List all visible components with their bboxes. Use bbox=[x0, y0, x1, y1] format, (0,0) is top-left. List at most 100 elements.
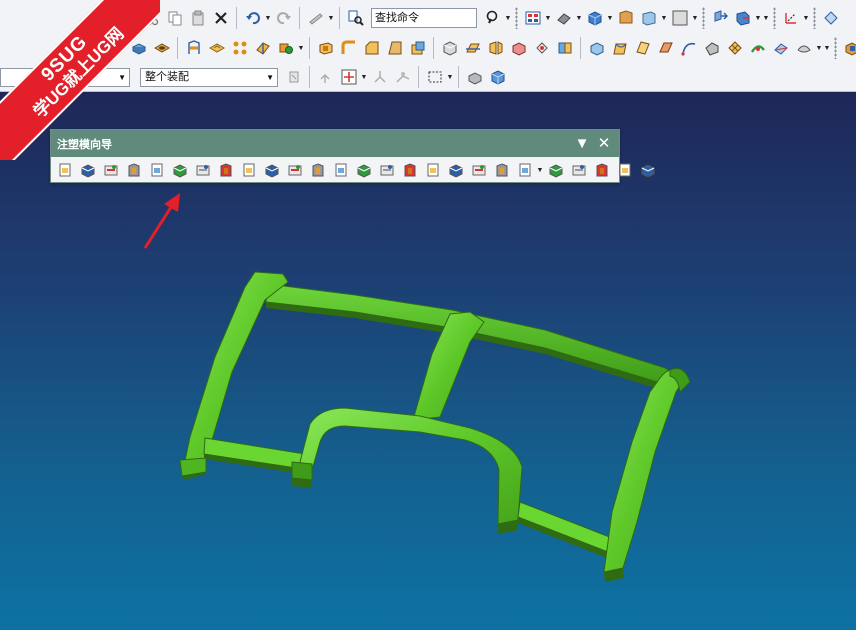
search-dropdown-icon[interactable]: ▼ bbox=[504, 9, 512, 27]
ruled-icon[interactable] bbox=[771, 39, 790, 57]
delete-files-icon[interactable] bbox=[615, 161, 635, 179]
cavity-layout-icon[interactable] bbox=[147, 161, 167, 179]
repeat-dropdown-icon[interactable]: ▼ bbox=[327, 9, 335, 27]
boss-icon[interactable] bbox=[184, 39, 203, 57]
runner-icon[interactable] bbox=[400, 161, 420, 179]
delete-icon[interactable] bbox=[211, 9, 230, 27]
select-icon[interactable] bbox=[316, 68, 335, 86]
pad-icon[interactable] bbox=[230, 39, 249, 57]
extrude-icon[interactable] bbox=[106, 39, 125, 57]
view-layout-icon[interactable] bbox=[523, 9, 542, 27]
snap-line-icon[interactable] bbox=[370, 68, 389, 86]
bill-of-material-icon[interactable] bbox=[515, 161, 535, 179]
shaded-view-dropdown-icon[interactable]: ▼ bbox=[606, 9, 614, 27]
more-icon[interactable] bbox=[781, 9, 800, 27]
resize-icon[interactable] bbox=[656, 39, 675, 57]
shrinkage-icon[interactable] bbox=[101, 161, 121, 179]
casting-process-icon[interactable] bbox=[569, 161, 589, 179]
parting-tools-icon[interactable] bbox=[216, 161, 236, 179]
paste-icon[interactable] bbox=[188, 9, 207, 27]
drawing-icon[interactable] bbox=[546, 161, 566, 179]
surface-icon[interactable] bbox=[702, 39, 721, 57]
snap-view-dropdown-icon[interactable]: ▼ bbox=[691, 9, 699, 27]
render-style-dropdown-icon[interactable]: ▼ bbox=[575, 9, 583, 27]
pattern-icon[interactable] bbox=[253, 39, 272, 57]
box-frame-icon[interactable] bbox=[639, 9, 658, 27]
toolbar-gripper[interactable] bbox=[834, 37, 837, 59]
more-dropdown-icon[interactable]: ▼ bbox=[802, 9, 810, 27]
shaded-view-icon[interactable] bbox=[585, 9, 604, 27]
snap-plane-icon[interactable] bbox=[393, 68, 412, 86]
standard-part-icon[interactable] bbox=[262, 161, 282, 179]
toolbar-gripper[interactable] bbox=[515, 7, 518, 29]
cut-icon[interactable] bbox=[142, 9, 161, 27]
swept-icon[interactable] bbox=[748, 39, 767, 57]
toolbar-overflow-icon[interactable]: ▼ bbox=[823, 39, 831, 57]
transform-icon[interactable] bbox=[821, 9, 840, 27]
workpiece-icon[interactable] bbox=[124, 161, 144, 179]
sew-icon[interactable] bbox=[509, 39, 528, 57]
toolbar-gripper[interactable] bbox=[702, 7, 705, 29]
unite-icon[interactable] bbox=[276, 39, 295, 57]
solid-shade-icon[interactable] bbox=[465, 68, 484, 86]
assembly-filter-combo[interactable]: 整个装配 ▼ bbox=[140, 67, 278, 87]
type-filter-combo[interactable]: ▼ bbox=[0, 67, 130, 87]
draft-icon[interactable] bbox=[385, 39, 404, 57]
undo-dropdown-icon[interactable]: ▼ bbox=[264, 9, 272, 27]
ejector-pin-icon[interactable] bbox=[285, 161, 305, 179]
move-face-icon[interactable] bbox=[610, 39, 629, 57]
mold-wizard-titlebar[interactable]: 注塑模向导 ▼ ✕ bbox=[51, 130, 619, 157]
bom-dropdown-icon[interactable]: ▼ bbox=[536, 161, 544, 179]
through-curves-icon[interactable] bbox=[794, 39, 813, 57]
wcs-icon[interactable] bbox=[733, 9, 752, 27]
electrode-icon[interactable] bbox=[446, 161, 466, 179]
toolbar-gripper[interactable] bbox=[773, 7, 776, 29]
mold-base-icon[interactable] bbox=[239, 161, 259, 179]
extract-icon[interactable] bbox=[555, 39, 574, 57]
section-icon[interactable] bbox=[842, 39, 856, 57]
mesh-icon[interactable] bbox=[725, 39, 744, 57]
hole-icon[interactable] bbox=[152, 39, 171, 57]
close-icon[interactable]: ✕ bbox=[595, 134, 613, 152]
mold-tools-icon[interactable] bbox=[193, 161, 213, 179]
split-body-icon[interactable] bbox=[486, 39, 505, 57]
delete-face-icon[interactable] bbox=[633, 39, 652, 57]
cooling-icon[interactable] bbox=[423, 161, 443, 179]
snap-view-icon[interactable] bbox=[670, 9, 689, 27]
toolbar-options-chevron-icon[interactable]: ▼ bbox=[573, 134, 591, 152]
surface-dropdown-icon[interactable]: ▼ bbox=[815, 39, 823, 57]
redo-icon[interactable] bbox=[274, 9, 293, 27]
rectangle-select-icon[interactable] bbox=[425, 68, 444, 86]
view-manager-icon[interactable] bbox=[592, 161, 612, 179]
frame-dropdown-icon[interactable]: ▼ bbox=[660, 9, 668, 27]
cube-view-icon[interactable] bbox=[488, 68, 507, 86]
blend-icon[interactable] bbox=[339, 39, 358, 57]
repeat-command-icon[interactable] bbox=[306, 9, 325, 27]
copy-icon[interactable] bbox=[165, 9, 184, 27]
snap-point-icon[interactable] bbox=[339, 68, 358, 86]
rectangle-select-dropdown-icon[interactable]: ▼ bbox=[446, 68, 454, 86]
offset-face-icon[interactable] bbox=[408, 39, 427, 57]
chamfer-icon[interactable] bbox=[362, 39, 381, 57]
snap-dropdown-icon[interactable]: ▼ bbox=[360, 68, 368, 86]
selection-filter-icon[interactable] bbox=[284, 68, 303, 86]
pocket-icon[interactable] bbox=[492, 161, 512, 179]
unite-dropdown-icon[interactable]: ▼ bbox=[297, 39, 305, 57]
wcs-dropdown-icon[interactable]: ▼ bbox=[754, 9, 762, 27]
undo-icon[interactable] bbox=[243, 9, 262, 27]
patch-icon[interactable] bbox=[532, 39, 551, 57]
pocket-icon[interactable] bbox=[207, 39, 226, 57]
initialize-project-icon[interactable] bbox=[55, 161, 75, 179]
replace-face-icon[interactable] bbox=[587, 39, 606, 57]
thicken-icon[interactable] bbox=[440, 39, 459, 57]
toolbar-overflow-icon[interactable]: ▼ bbox=[762, 9, 770, 27]
background-icon[interactable] bbox=[616, 9, 635, 27]
trim-body-icon[interactable] bbox=[463, 39, 482, 57]
trim-mold-components-icon[interactable] bbox=[469, 161, 489, 179]
magnify-icon[interactable] bbox=[483, 9, 502, 27]
shell-icon[interactable] bbox=[316, 39, 335, 57]
toolbar-gripper[interactable] bbox=[813, 7, 816, 29]
slider-lifter-icon[interactable] bbox=[331, 161, 351, 179]
mold-wizard-toolbar[interactable]: 注塑模向导 ▼ ✕ ▼ bbox=[50, 129, 654, 183]
mold-design-validation-icon[interactable] bbox=[638, 161, 658, 179]
